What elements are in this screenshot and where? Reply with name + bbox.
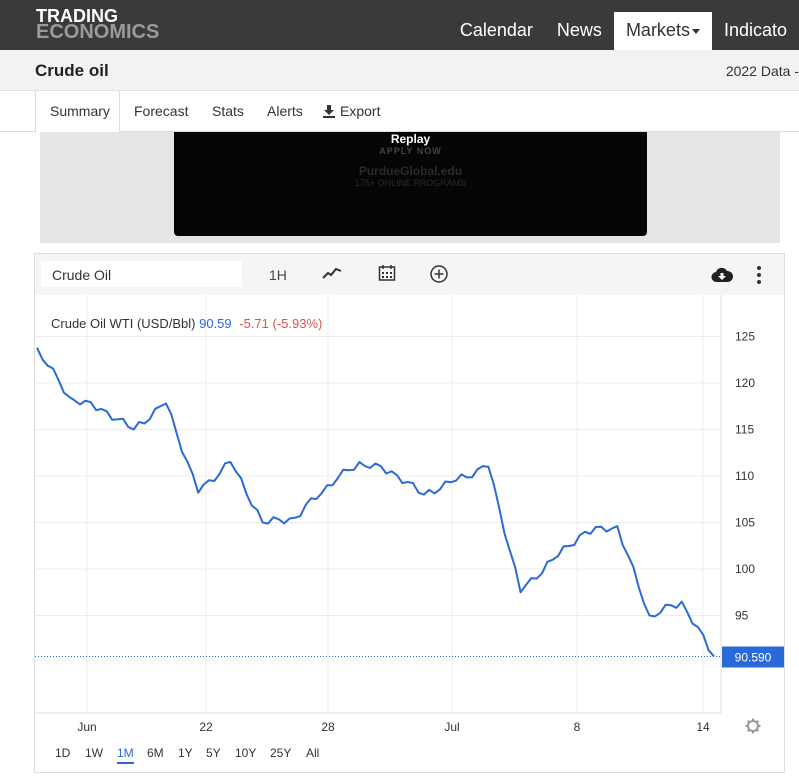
- nav-markets-label: Markets: [625, 20, 690, 40]
- nav-news[interactable]: News: [545, 12, 614, 50]
- range-25y[interactable]: 25Y: [270, 746, 291, 760]
- x-tick-label: 22: [199, 720, 213, 734]
- y-tick-label: 105: [735, 516, 755, 530]
- interval-selector[interactable]: 1H: [269, 267, 287, 283]
- chart-toolbar: Crude Oil 1H: [35, 254, 784, 295]
- nav-markets[interactable]: Markets: [613, 12, 712, 50]
- main-nav: Calendar News Markets Indicato: [448, 12, 799, 50]
- ad-site: PurdueGlobal.edu: [358, 164, 463, 178]
- y-tick-label: 115: [735, 423, 754, 437]
- ad-headline: Replay: [390, 132, 431, 146]
- symbol-input[interactable]: Crude Oil: [41, 261, 242, 287]
- tab-stats[interactable]: Stats: [212, 91, 244, 132]
- series-change: -5.71 (-5.93%): [239, 316, 323, 331]
- trading-economics-logo[interactable]: TRADING ECONOMICS: [36, 7, 160, 43]
- chart-legend: Crude Oil WTI (USD/Bbl) 90.59 -5.71 (-5.…: [51, 316, 322, 331]
- data-range-label: 2022 Data -: [725, 63, 799, 79]
- nav-indicators[interactable]: Indicato: [712, 12, 799, 50]
- cloud-download-icon[interactable]: [711, 267, 733, 283]
- title-bar: Crude oil 2022 Data -: [0, 50, 799, 91]
- price-chart[interactable]: 95 100 105 110 115 120 125 Jun 22 28 Jul 8 14 90.590: [35, 295, 784, 772]
- y-tick-label: 120: [735, 376, 755, 390]
- y-tick-label: 95: [735, 609, 749, 623]
- range-10y[interactable]: 10Y: [235, 746, 256, 760]
- ad-cta: APPLY NOW: [379, 146, 442, 156]
- ad-area: Replay APPLY NOW PurdueGlobal.edu 175+ O…: [40, 132, 780, 243]
- tab-export[interactable]: Export: [322, 91, 380, 132]
- series-name: Crude Oil WTI (USD/Bbl): [51, 316, 196, 331]
- advertisement-banner[interactable]: Replay APPLY NOW PurdueGlobal.edu 175+ O…: [174, 132, 647, 236]
- x-tick-label: Jun: [77, 720, 96, 734]
- y-tick-label: 110: [735, 469, 754, 483]
- caret-down-icon: [691, 28, 700, 34]
- range-all[interactable]: All: [306, 746, 319, 760]
- price-line: [36, 347, 715, 658]
- range-6m[interactable]: 6M: [147, 746, 164, 760]
- x-tick-label: 28: [321, 720, 335, 734]
- nav-calendar[interactable]: Calendar: [448, 12, 545, 50]
- chart-plot-area: 95 100 105 110 115 120 125 Jun 22 28 Jul 8 14 90.590 …: [35, 295, 784, 772]
- range-selector: 1D 1W 1M 6M 1Y 5Y 10Y 25Y All: [35, 734, 784, 772]
- line-chart-icon[interactable]: [322, 266, 342, 280]
- x-tick-label: 14: [696, 720, 710, 734]
- tab-bar: Summary Forecast Stats Alerts Export: [0, 91, 799, 133]
- last-price-label: 90.590: [735, 651, 772, 665]
- tab-summary[interactable]: Summary: [35, 91, 120, 133]
- top-navbar: TRADING ECONOMICS Calendar News Markets …: [0, 0, 799, 50]
- range-1m[interactable]: 1M: [117, 746, 134, 764]
- y-tick-label: 125: [735, 330, 755, 344]
- range-1d[interactable]: 1D: [55, 746, 70, 760]
- tab-export-label: Export: [340, 103, 381, 119]
- calendar-icon[interactable]: [378, 264, 396, 282]
- logo-line-2: ECONOMICS: [36, 21, 160, 43]
- download-icon: [323, 105, 335, 118]
- range-1y[interactable]: 1Y: [178, 746, 193, 760]
- page-title: Crude oil: [35, 61, 109, 80]
- settings-icon[interactable]: [745, 718, 761, 734]
- tab-alerts[interactable]: Alerts: [267, 91, 303, 132]
- add-circle-icon[interactable]: [430, 265, 448, 283]
- series-price: 90.59: [199, 316, 232, 331]
- tab-forecast[interactable]: Forecast: [134, 91, 188, 132]
- x-tick-label: Jul: [444, 720, 459, 734]
- y-tick-label: 100: [735, 562, 755, 576]
- x-tick-label: 8: [574, 720, 581, 734]
- range-5y[interactable]: 5Y: [206, 746, 221, 760]
- more-vert-icon[interactable]: [756, 265, 762, 285]
- ad-tagline: 175+ ONLINE PROGRAMS: [354, 178, 467, 188]
- range-1w[interactable]: 1W: [85, 746, 103, 760]
- chart-panel: Crude Oil 1H 95 100 105 110 115 120 125 Jun 22 28…: [34, 253, 785, 773]
